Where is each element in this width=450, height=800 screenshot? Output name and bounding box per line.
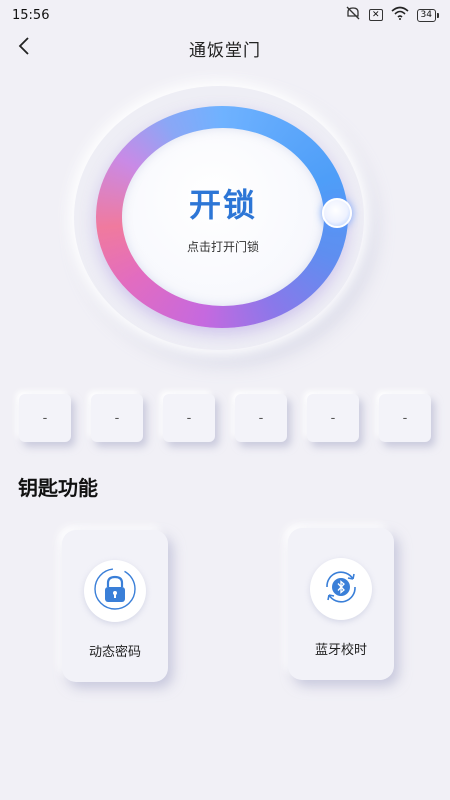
- lock-icon: [93, 567, 137, 615]
- bluetooth-icon-badge: [310, 558, 372, 620]
- battery-icon: 34: [416, 8, 440, 22]
- code-digit-1: -: [19, 394, 71, 442]
- status-icons: ✕ 34: [345, 6, 440, 24]
- dynamic-password-card[interactable]: 动态密码: [62, 530, 168, 682]
- code-display: - - - - - -: [19, 394, 435, 442]
- code-digit-3: -: [163, 394, 215, 442]
- status-time: 15:56: [12, 7, 50, 23]
- status-bar: 15:56 ✕ 34: [0, 0, 450, 30]
- key-functions-title: 钥匙功能: [18, 476, 98, 500]
- bluetooth-sync-label: 蓝牙校时: [314, 643, 367, 658]
- code-digit-4: -: [235, 394, 287, 442]
- code-digit-5: -: [307, 394, 359, 442]
- lock-icon-badge: [84, 560, 146, 622]
- unlock-hint: 点击打开门锁: [186, 239, 259, 254]
- page-title: 通饭堂门: [189, 41, 261, 61]
- dial-handle[interactable]: [322, 198, 352, 228]
- mute-icon: [345, 6, 361, 24]
- bluetooth-sync-icon: [319, 565, 363, 613]
- wifi-icon: [391, 6, 409, 24]
- bluetooth-sync-card[interactable]: 蓝牙校时: [288, 528, 394, 680]
- nav-bar: 通饭堂门: [0, 32, 450, 64]
- sim-x-icon: ✕: [369, 9, 383, 21]
- code-digit-6: -: [379, 394, 431, 442]
- unlock-button[interactable]: 开锁 点击打开门锁: [122, 128, 324, 306]
- unlock-label: 开锁: [188, 185, 257, 224]
- dynamic-password-label: 动态密码: [88, 645, 141, 660]
- code-digit-2: -: [91, 394, 143, 442]
